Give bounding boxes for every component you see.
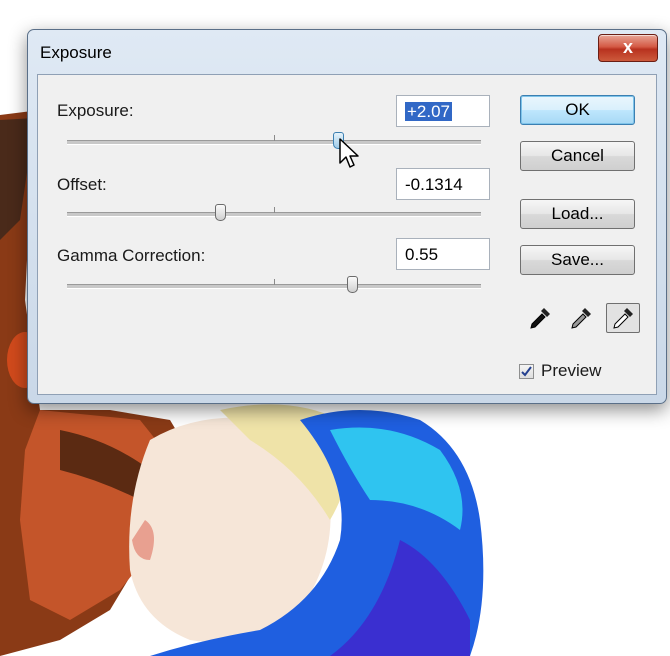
- gamma-correction-slider-thumb[interactable]: [347, 276, 358, 293]
- dialog-title: Exposure: [40, 43, 112, 62]
- offset-slider-thumb[interactable]: [215, 204, 226, 221]
- cancel-button[interactable]: Cancel: [520, 141, 635, 171]
- mouse-pointer-icon: [339, 138, 359, 168]
- checkmark-icon: [521, 365, 532, 377]
- offset-label: Offset:: [57, 175, 107, 194]
- exposure-label: Exposure:: [57, 101, 134, 120]
- gamma-correction-slider-track[interactable]: [67, 276, 481, 293]
- gamma-correction-label: Gamma Correction:: [57, 246, 206, 265]
- exposure-input[interactable]: +2.07: [396, 95, 490, 127]
- exposure-slider-track[interactable]: [67, 132, 481, 149]
- offset-slider-tick: [274, 207, 275, 213]
- gray-point-eyedropper-icon[interactable]: [564, 303, 598, 333]
- white-point-eyedropper-icon[interactable]: [606, 303, 640, 333]
- preview-checkbox-row[interactable]: Preview: [519, 361, 601, 381]
- offset-input[interactable]: -0.1314: [396, 168, 490, 200]
- exposure-value: +2.07: [405, 102, 453, 121]
- offset-value: -0.1314: [405, 175, 463, 194]
- exposure-dialog: Exposure x Exposure: +2.07 Offset: -0.13…: [27, 29, 667, 404]
- preview-label: Preview: [541, 361, 602, 380]
- gamma-correction-value: 0.55: [405, 245, 439, 264]
- title-bar[interactable]: Exposure x: [28, 30, 666, 74]
- load-button[interactable]: Load...: [520, 199, 635, 229]
- dialog-content: Exposure: +2.07 Offset: -0.1314 Gamma Co…: [37, 74, 657, 395]
- preview-checkbox[interactable]: [519, 363, 534, 379]
- black-point-eyedropper-icon[interactable]: [523, 303, 557, 333]
- gamma-correction-slider-tick: [274, 279, 275, 285]
- save-button[interactable]: Save...: [520, 245, 635, 275]
- close-button[interactable]: x: [598, 34, 658, 62]
- gamma-correction-input[interactable]: 0.55: [396, 238, 490, 270]
- ok-button[interactable]: OK: [520, 95, 635, 125]
- offset-slider-track[interactable]: [67, 204, 481, 221]
- exposure-slider-tick: [274, 135, 275, 141]
